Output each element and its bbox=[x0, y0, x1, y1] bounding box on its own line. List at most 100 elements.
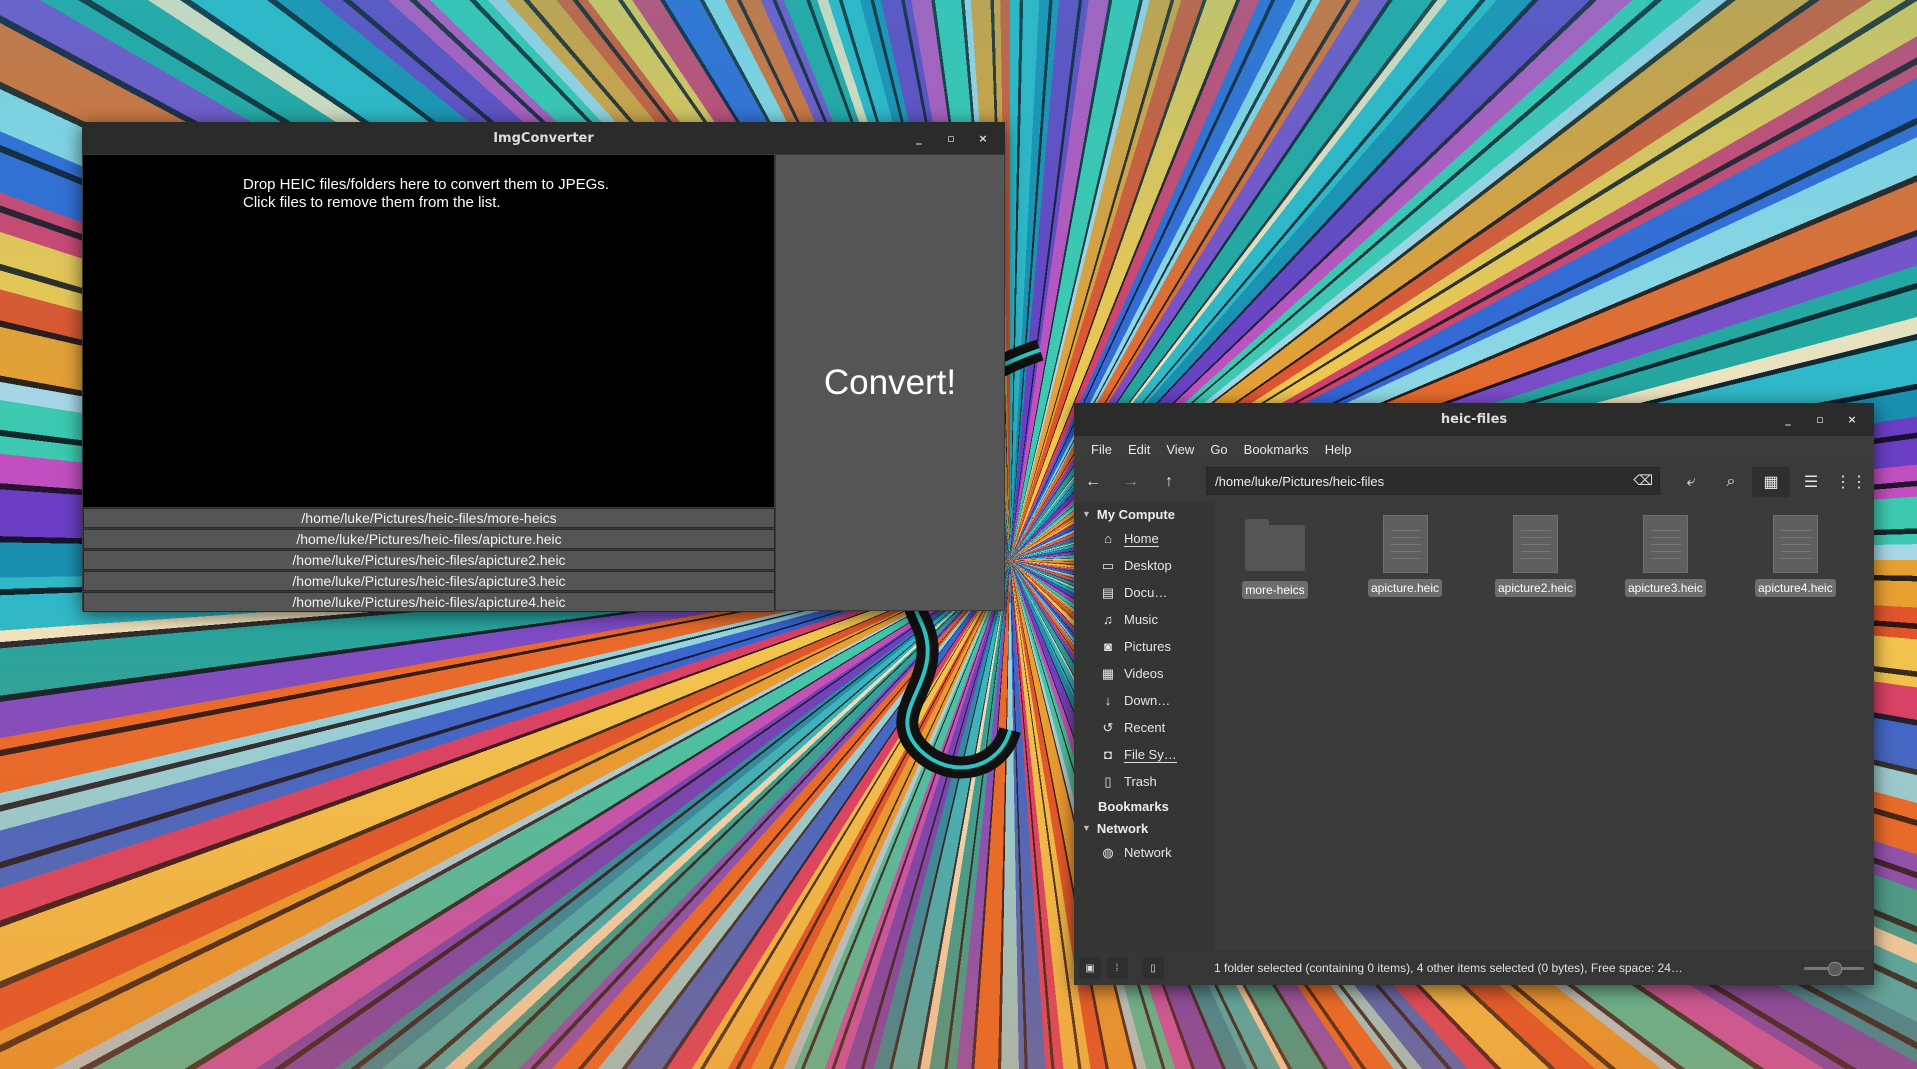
file-list-item[interactable]: /home/luke/Pictures/heic-files/more-heic… bbox=[83, 508, 775, 528]
sidebar-section-my-computer[interactable]: ▼ My Compute bbox=[1074, 503, 1214, 525]
sidebar-item-desktop[interactable]: ▭ Desktop bbox=[1074, 552, 1214, 579]
expand-triangle-icon: ▼ bbox=[1082, 509, 1091, 519]
download-icon: ↓ bbox=[1104, 693, 1112, 708]
status-bar: ▣ ⁞ ▯ 1 folder selected (containing 0 it… bbox=[1074, 951, 1874, 985]
sidebar-item-home[interactable]: ⌂ Home bbox=[1074, 525, 1214, 552]
zoom-slider-handle[interactable] bbox=[1828, 962, 1842, 976]
sidebar-item-recent[interactable]: ↺ Recent bbox=[1074, 714, 1214, 741]
search-icon[interactable]: ⌕ bbox=[1712, 467, 1750, 497]
menu-file[interactable]: File bbox=[1083, 442, 1120, 457]
list-view-icon[interactable]: ☰ bbox=[1792, 467, 1830, 497]
back-arrow-icon[interactable]: ← bbox=[1074, 467, 1112, 497]
hide-sidebar-icon[interactable]: ▯ bbox=[1142, 957, 1164, 979]
file-list-item[interactable]: /home/luke/Pictures/heic-files/apicture3… bbox=[83, 571, 775, 591]
imgconverter-window: ImgConverter _ ▫ × Drop HEIC files/folde… bbox=[82, 122, 1005, 612]
menu-bookmarks[interactable]: Bookmarks bbox=[1236, 442, 1317, 457]
file-list-item[interactable]: /home/luke/Pictures/heic-files/apicture2… bbox=[83, 550, 775, 570]
sidebar-item-label: Network bbox=[1124, 845, 1172, 860]
sidebar-item-videos[interactable]: ▦ Videos bbox=[1074, 660, 1214, 687]
drop-area[interactable]: Drop HEIC files/folders here to convert … bbox=[83, 155, 774, 507]
maximize-button[interactable]: ▫ bbox=[935, 122, 967, 154]
window-title: heic-files bbox=[1440, 412, 1508, 427]
file-item[interactable]: apicture4.heic bbox=[1755, 515, 1836, 597]
recent-icon: ↺ bbox=[1102, 719, 1114, 735]
trash-icon: ▯ bbox=[1104, 773, 1112, 789]
desktop-icon: ▭ bbox=[1101, 557, 1115, 573]
sidebar-item-downloads[interactable]: ↓ Down… bbox=[1074, 687, 1214, 714]
menu-edit[interactable]: Edit bbox=[1120, 442, 1158, 457]
window-title: ImgConverter bbox=[493, 130, 594, 146]
file-name: apicture.heic bbox=[1367, 579, 1443, 597]
document-icon bbox=[1512, 515, 1558, 573]
minimize-button[interactable]: _ bbox=[1772, 403, 1804, 435]
hint-line-1: Drop HEIC files/folders here to convert … bbox=[243, 176, 609, 193]
sidebar-item-label: Docu… bbox=[1124, 585, 1168, 600]
compact-view-icon[interactable]: ⋮⋮ bbox=[1832, 467, 1870, 497]
zoom-slider[interactable] bbox=[1804, 962, 1864, 976]
sidebar-item-label: Down… bbox=[1124, 693, 1171, 708]
sidebar-item-label: Home bbox=[1124, 530, 1159, 547]
status-text: 1 folder selected (containing 0 items), … bbox=[1214, 961, 1683, 975]
drop-hint: Drop HEIC files/folders here to convert … bbox=[243, 176, 609, 212]
sidebar-item-label: Pictures bbox=[1124, 639, 1171, 654]
menu-go[interactable]: Go bbox=[1202, 442, 1235, 457]
sidebar-item-music[interactable]: ♫ Music bbox=[1074, 606, 1214, 633]
file-item[interactable]: apicture2.heic bbox=[1495, 515, 1576, 597]
file-icon-view[interactable]: more-heics apicture.heic apicture2.heic … bbox=[1215, 503, 1874, 951]
show-tree-icon[interactable]: ⁞ bbox=[1106, 957, 1128, 979]
menu-help[interactable]: Help bbox=[1317, 442, 1360, 457]
expand-triangle-icon: ▼ bbox=[1082, 823, 1091, 833]
location-text: /home/luke/Pictures/heic-files bbox=[1215, 473, 1385, 489]
sidebar-section-bookmarks[interactable]: Bookmarks bbox=[1074, 795, 1214, 817]
sidebar-item-label: Trash bbox=[1124, 774, 1157, 789]
sidebar-item-trash[interactable]: ▯ Trash bbox=[1074, 768, 1214, 795]
file-name: apicture4.heic bbox=[1755, 579, 1836, 597]
file-name: apicture3.heic bbox=[1625, 579, 1706, 597]
maximize-button[interactable]: ▫ bbox=[1804, 403, 1836, 435]
up-arrow-icon[interactable]: ↑ bbox=[1150, 467, 1188, 497]
show-places-icon[interactable]: ▣ bbox=[1079, 957, 1101, 979]
forward-arrow-icon[interactable]: → bbox=[1112, 467, 1150, 497]
document-icon bbox=[1382, 515, 1428, 573]
toggle-location-icon[interactable]: ⤶ bbox=[1672, 467, 1710, 497]
network-icon: ◍ bbox=[1102, 844, 1114, 860]
sidebar-item-label: Desktop bbox=[1124, 558, 1172, 573]
camera-icon: ◙ bbox=[1104, 639, 1112, 654]
documents-icon: ▤ bbox=[1101, 584, 1115, 600]
drive-icon: ◘ bbox=[1104, 747, 1112, 762]
file-item-folder[interactable]: more-heics bbox=[1235, 515, 1315, 599]
file-item[interactable]: apicture3.heic bbox=[1625, 515, 1706, 597]
icon-view-icon[interactable]: ▦ bbox=[1752, 467, 1790, 497]
imgconverter-titlebar[interactable]: ImgConverter _ ▫ × bbox=[82, 122, 1005, 154]
section-label: My Compute bbox=[1096, 506, 1175, 522]
home-icon: ⌂ bbox=[1104, 531, 1112, 546]
sidebar-item-pictures[interactable]: ◙ Pictures bbox=[1074, 633, 1214, 660]
convert-button[interactable]: Convert! bbox=[776, 155, 1004, 610]
file-name: more-heics bbox=[1242, 581, 1308, 599]
folder-icon bbox=[1245, 519, 1305, 571]
toolbar: ← → ↑ /home/luke/Pictures/heic-files ⌫ ⤶… bbox=[1074, 462, 1874, 502]
sidebar-item-label: Music bbox=[1124, 612, 1158, 627]
sidebar-item-label: Videos bbox=[1124, 666, 1164, 681]
file-manager-window: heic-files _ ▫ × File Edit View Go Bookm… bbox=[1074, 403, 1874, 985]
sidebar-item-label: Recent bbox=[1124, 720, 1166, 735]
location-field[interactable]: /home/luke/Pictures/heic-files ⌫ bbox=[1206, 467, 1660, 495]
sidebar-section-network[interactable]: ▼ Network bbox=[1074, 817, 1214, 839]
close-button[interactable]: × bbox=[967, 122, 999, 154]
minimize-button[interactable]: _ bbox=[903, 122, 935, 154]
document-icon bbox=[1642, 515, 1688, 573]
clear-location-icon[interactable]: ⌫ bbox=[1633, 472, 1653, 489]
close-button[interactable]: × bbox=[1836, 403, 1868, 435]
sidebar-item-network[interactable]: ◍ Network bbox=[1074, 839, 1214, 866]
file-item[interactable]: apicture.heic bbox=[1365, 515, 1445, 597]
menu-view[interactable]: View bbox=[1158, 442, 1202, 457]
sidebar-item-label: File Sy… bbox=[1124, 746, 1177, 763]
file-name: apicture2.heic bbox=[1495, 579, 1576, 597]
sidebar-item-file-system[interactable]: ◘ File Sy… bbox=[1074, 741, 1214, 768]
file-manager-titlebar[interactable]: heic-files _ ▫ × bbox=[1074, 403, 1874, 436]
menu-bar: File Edit View Go Bookmarks Help bbox=[1074, 436, 1874, 462]
section-label: Network bbox=[1096, 820, 1149, 836]
file-list-item[interactable]: /home/luke/Pictures/heic-files/apicture4… bbox=[83, 592, 775, 612]
file-list-item[interactable]: /home/luke/Pictures/heic-files/apicture.… bbox=[83, 529, 775, 549]
sidebar-item-documents[interactable]: ▤ Docu… bbox=[1074, 579, 1214, 606]
